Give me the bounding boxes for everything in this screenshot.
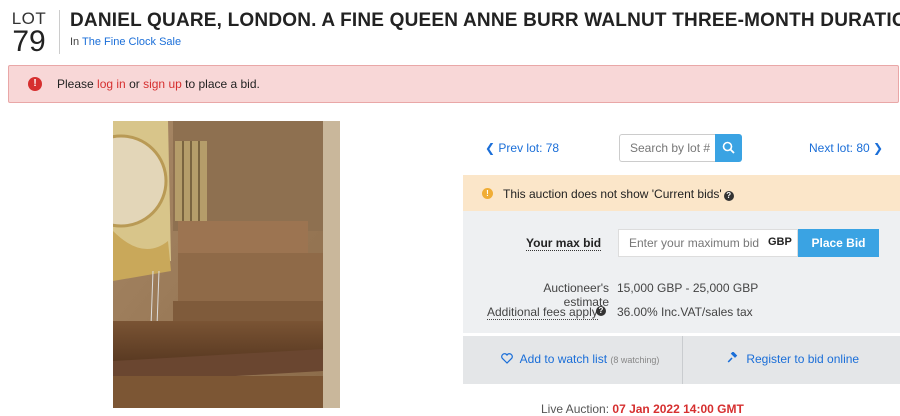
- sale-breadcrumb: In The Fine Clock Sale: [70, 36, 181, 48]
- lot-number-box: LOT 79: [8, 10, 50, 58]
- watch-list-label: Add to watch list: [519, 352, 608, 366]
- chevron-right-icon: ❯: [873, 141, 884, 155]
- register-button[interactable]: Register to bid online: [727, 351, 860, 366]
- login-alert: ! Please log in or sign up to place a bi…: [8, 65, 899, 103]
- actions-divider: [682, 336, 683, 384]
- signup-link[interactable]: sign up: [143, 77, 182, 91]
- sale-prefix: In: [70, 36, 80, 48]
- watching-count: (8 watching): [610, 355, 660, 365]
- max-bid-label: Your max bid: [526, 236, 602, 251]
- register-label: Register to bid online: [746, 352, 860, 366]
- live-auction-info: Live Auction: 07 Jan 2022 14:00 GMT: [541, 402, 744, 416]
- info-warning-icon: !: [482, 188, 493, 199]
- alert-text: Please log in or sign up to place a bid.: [57, 77, 260, 91]
- lot-photo[interactable]: [113, 121, 340, 408]
- fees-value: 36.00% Inc.VAT/sales tax: [617, 305, 753, 319]
- notice-text-main: This auction does not show: [503, 187, 649, 201]
- search-button[interactable]: [715, 134, 742, 162]
- alert-text-part: to place a bid.: [185, 77, 260, 91]
- prev-lot-link[interactable]: ❮ Prev lot: 78: [485, 141, 559, 155]
- sale-link[interactable]: The Fine Clock Sale: [82, 36, 181, 48]
- alert-circle-icon: !: [28, 77, 42, 91]
- header-divider: [59, 10, 60, 54]
- prev-lot-label: Prev lot: 78: [498, 141, 560, 155]
- chevron-left-icon: ❮: [485, 141, 496, 155]
- next-lot-link[interactable]: Next lot: 80 ❯: [809, 141, 883, 155]
- notice-emphasis: 'Current bids': [651, 187, 722, 201]
- lot-title: DANIEL QUARE, LONDON. A FINE QUEEN ANNE …: [70, 10, 900, 31]
- live-auction-date: 07 Jan 2022 14:00 GMT: [612, 402, 744, 416]
- clock-photo-image: [113, 121, 340, 408]
- heart-icon: [501, 353, 513, 364]
- notice-text: This auction does not show 'Current bids…: [503, 187, 734, 201]
- live-auction-label: Live Auction:: [541, 402, 610, 416]
- gavel-icon: [727, 351, 738, 363]
- login-link[interactable]: log in: [97, 77, 126, 91]
- alert-text-part: Please: [57, 77, 94, 91]
- currency-label: GBP: [768, 236, 792, 248]
- estimate-value: 15,000 GBP - 25,000 GBP: [617, 281, 759, 295]
- fees-label[interactable]: Additional fees apply: [487, 305, 598, 320]
- search-icon: [722, 141, 735, 154]
- current-bids-notice: ! This auction does not show 'Current bi…: [463, 175, 900, 211]
- help-icon[interactable]: ?: [723, 191, 734, 201]
- place-bid-button[interactable]: Place Bid: [798, 229, 879, 257]
- lot-number: 79: [12, 25, 46, 58]
- next-lot-label: Next lot: 80: [809, 141, 870, 155]
- alert-text-part: or: [129, 77, 140, 91]
- help-icon[interactable]: ?: [596, 306, 606, 316]
- lot-search-input[interactable]: [619, 134, 715, 162]
- watch-list-button[interactable]: Add to watch list (8 watching): [501, 352, 659, 366]
